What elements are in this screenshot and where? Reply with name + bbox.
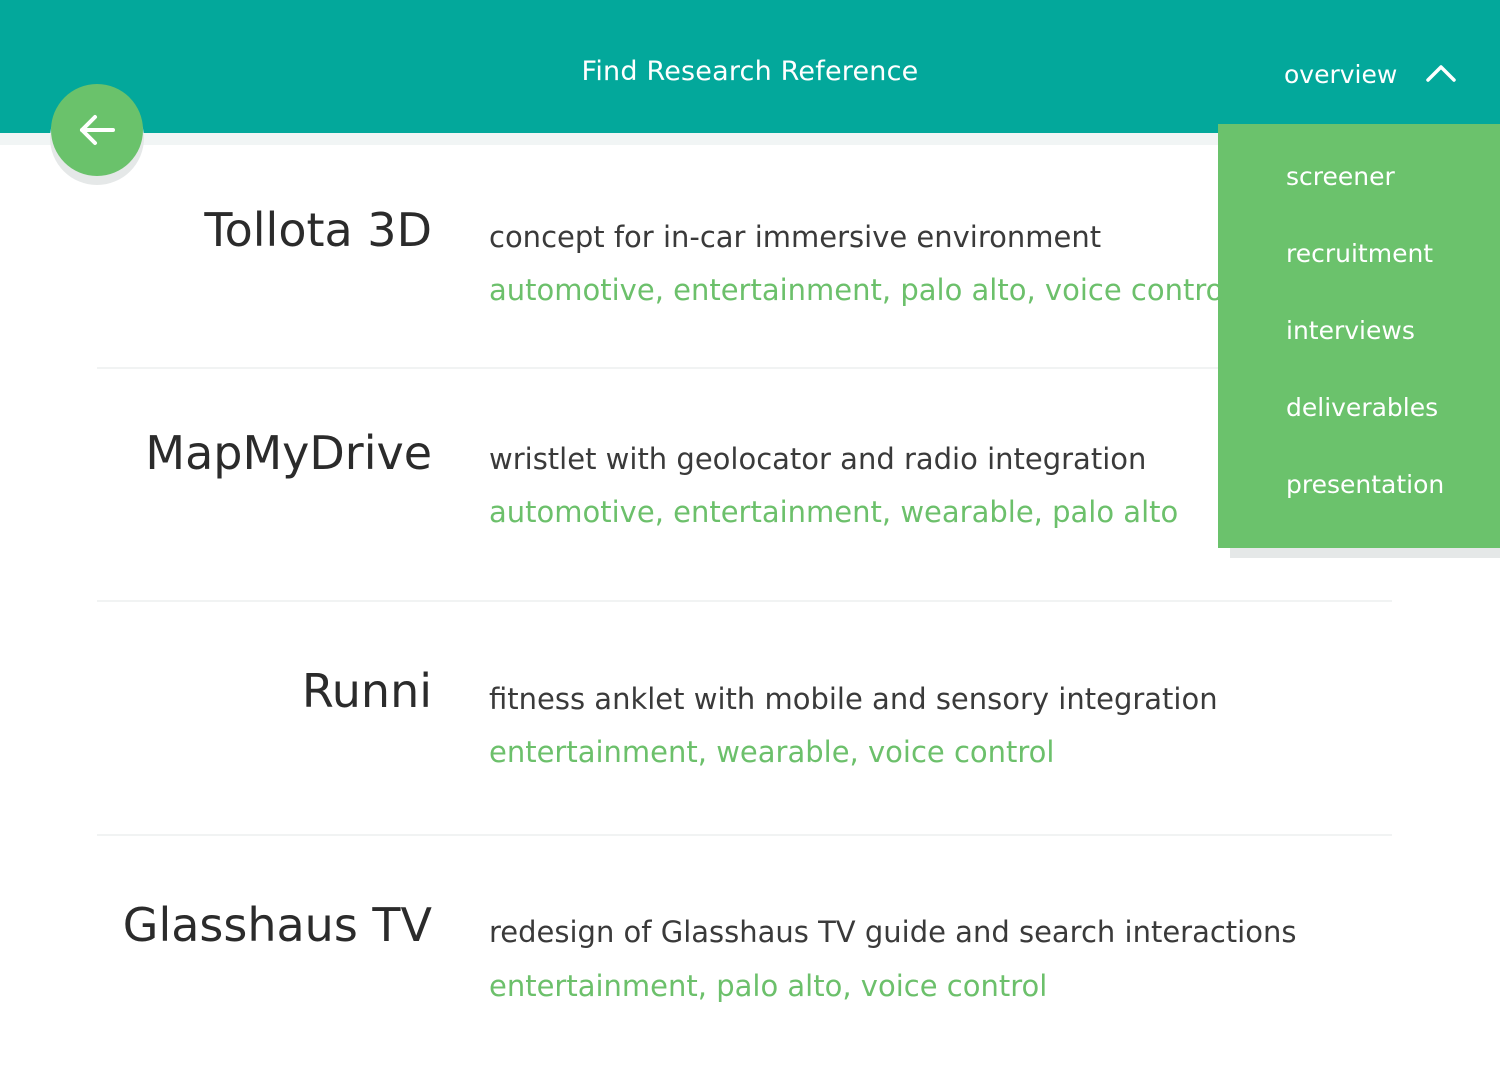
- row-divider: [97, 834, 1392, 836]
- project-description: redesign of Glasshaus TV guide and searc…: [489, 915, 1297, 949]
- menu-item-screener[interactable]: screener: [1286, 159, 1395, 195]
- project-description: concept for in-car immersive environment: [489, 220, 1102, 254]
- overview-dropdown-menu: screener recruitment interviews delivera…: [1218, 124, 1500, 548]
- project-name[interactable]: Tollota 3D: [204, 200, 432, 260]
- menu-item-recruitment[interactable]: recruitment: [1286, 236, 1433, 272]
- project-name[interactable]: MapMyDrive: [145, 423, 432, 483]
- project-description: wristlet with geolocator and radio integ…: [489, 442, 1147, 476]
- overview-menu-toggle[interactable]: overview: [1284, 56, 1397, 94]
- project-tags: automotive, entertainment, wearable, pal…: [489, 495, 1179, 529]
- menu-item-presentation[interactable]: presentation: [1286, 467, 1444, 503]
- project-name[interactable]: Runni: [302, 661, 432, 721]
- project-description: fitness anklet with mobile and sensory i…: [489, 682, 1218, 716]
- row-divider: [97, 367, 1392, 369]
- chevron-up-icon[interactable]: [1421, 58, 1461, 88]
- project-tags: entertainment, palo alto, voice control: [489, 969, 1048, 1003]
- row-divider: [97, 600, 1392, 602]
- menu-item-deliverables[interactable]: deliverables: [1286, 390, 1438, 426]
- back-button[interactable]: [51, 84, 143, 176]
- project-tags: automotive, entertainment, palo alto, vo…: [489, 273, 1232, 307]
- menu-item-interviews[interactable]: interviews: [1286, 313, 1415, 349]
- arrow-left-icon: [80, 115, 115, 145]
- project-tags: entertainment, wearable, voice control: [489, 735, 1055, 769]
- app-header: Find Research Reference overview: [0, 0, 1500, 133]
- page-title: Find Research Reference: [581, 56, 919, 87]
- project-name[interactable]: Glasshaus TV: [123, 895, 432, 955]
